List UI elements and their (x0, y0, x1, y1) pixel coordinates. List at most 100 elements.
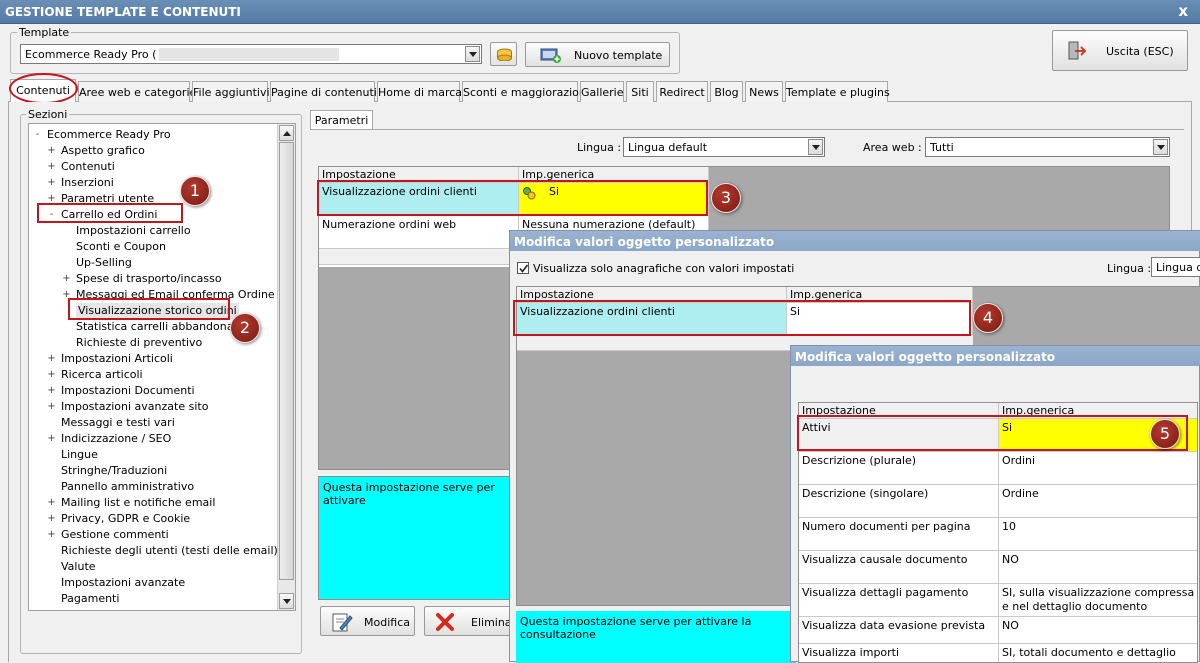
tree-item[interactable]: Pagamenti (29, 591, 277, 607)
chevron-down-icon[interactable] (808, 139, 823, 155)
tab-news[interactable]: News (745, 81, 783, 102)
redacted-area (159, 48, 339, 61)
dialog2-row-setting[interactable]: Visualizza dettagli pagamento (799, 584, 999, 617)
tree-item[interactable]: + Impostazioni Documenti (29, 383, 277, 399)
tree-item[interactable]: + Impostazioni Articoli (29, 351, 277, 367)
lingua-select[interactable]: Lingua default (623, 137, 825, 157)
tree-item[interactable]: Messaggi e testi vari (29, 415, 277, 431)
tree-item[interactable]: + Gestione commenti (29, 527, 277, 543)
dialog2-row-value[interactable]: Ordini (999, 452, 1197, 485)
scroll-up-icon[interactable] (279, 125, 294, 141)
tab-siti[interactable]: Siti (626, 81, 654, 102)
expand-icon[interactable]: + (47, 402, 56, 412)
edit-icon (332, 613, 353, 632)
dialog2-row-setting[interactable]: Descrizione (singolare) (799, 485, 999, 518)
exit-button[interactable]: Uscita (ESC) (1052, 30, 1188, 71)
dialog2-row-value[interactable]: 10 (999, 518, 1197, 551)
tree-item[interactable]: + Aspetto grafico (29, 143, 277, 159)
expand-icon[interactable]: + (47, 370, 56, 380)
tree-item[interactable]: Richieste degli utenti (testi delle emai… (29, 543, 278, 559)
tab-template-plugins[interactable]: Template e plugins (785, 81, 890, 102)
tree-item[interactable]: + Indicizzazione / SEO (29, 431, 277, 447)
tree-item-label: Stringhe/Traduzioni (61, 464, 168, 477)
tree-item[interactable]: Stringhe/Traduzioni (29, 463, 277, 479)
dialog2-row-setting[interactable]: Visualizza causale documento (799, 551, 999, 584)
tab-parametri[interactable]: Parametri (310, 110, 373, 130)
params-description: Questa impostazione serve per attivare (318, 476, 518, 600)
expand-icon[interactable]: + (47, 146, 56, 156)
chevron-down-icon[interactable] (465, 46, 480, 62)
dialog1-lingua-select[interactable]: Lingua de (1151, 257, 1200, 277)
dialog2-row-value[interactable]: NO (999, 617, 1197, 644)
tree-item-label: Impostazioni avanzate (61, 576, 186, 589)
tab-file-aggiuntivi[interactable]: File aggiuntivi (192, 81, 270, 102)
dialog2-row-value[interactable]: SI, sulla visualizzazione compressa e ne… (999, 584, 1197, 617)
tree-scrollbar[interactable] (277, 124, 295, 610)
dialog2-row-value[interactable]: SI, totali documento e dettaglio (999, 644, 1197, 662)
expand-icon[interactable]: + (47, 530, 56, 540)
scroll-thumb[interactable] (279, 142, 294, 580)
expand-icon[interactable]: + (47, 434, 56, 444)
template-select[interactable]: Ecommerce Ready Pro ( (20, 44, 482, 64)
tree-item[interactable]: Pannello amministrativo (29, 479, 277, 495)
tree-item[interactable]: Impostazioni carrello (29, 223, 277, 239)
expand-icon[interactable]: + (47, 178, 56, 188)
area-web-select[interactable]: Tutti (925, 137, 1170, 157)
expand-icon[interactable]: + (47, 162, 56, 172)
tree-item[interactable]: + Spese di trasporto/incasso (29, 271, 277, 287)
dialog-custom-values-2: Modifica valori oggetto personalizzato I… (790, 345, 1200, 663)
dialog2-row-setting[interactable]: Visualizza importi (799, 644, 999, 662)
tab-pagine-contenuti[interactable]: Pagine di contenuti (270, 81, 377, 102)
check-icon (519, 264, 529, 273)
dialog2-row-setting[interactable]: Visualizza data evasione prevista (799, 617, 999, 644)
filter-checkbox[interactable] (517, 262, 529, 274)
delete-button[interactable]: Elimina (424, 606, 514, 636)
tree-item-label: Lingue (61, 448, 98, 461)
tab-sconti[interactable]: Sconti e maggiorazioni (462, 81, 589, 102)
tree-item[interactable]: + Contenuti (29, 159, 277, 175)
tree-item[interactable]: Valute (29, 559, 277, 575)
tree-item[interactable]: + Privacy, GDPR e Cookie (29, 511, 277, 527)
tree-item[interactable]: Impostazioni avanzate (29, 575, 277, 591)
tree-item-label: Richieste degli utenti (testi delle emai… (61, 544, 278, 557)
scroll-down-icon[interactable] (279, 593, 294, 609)
tree-item[interactable]: Sconti e Coupon (29, 239, 277, 255)
tree-item-label: Richieste di preventivo (76, 336, 203, 349)
tree-item[interactable]: Lingue (29, 447, 277, 463)
dialog2-row-value[interactable]: Ordine (999, 485, 1197, 518)
open-folder-button[interactable] (490, 42, 517, 66)
tab-annotation-circle (9, 73, 78, 104)
expand-icon[interactable]: + (62, 274, 71, 284)
dialog2-row-setting[interactable]: Numero documenti per pagina (799, 518, 999, 551)
params-row2-setting[interactable]: Numerazione ordini web (319, 216, 519, 249)
sections-tree[interactable]: - Ecommerce Ready Pro + Aspetto grafico + Con… (28, 123, 296, 611)
step-badge-5: 5 (1150, 419, 1180, 449)
dialog2-row-setting[interactable]: Descrizione (plurale) (799, 452, 999, 485)
dialog1-title: Modifica valori oggetto personalizzato (510, 231, 1200, 251)
tree-item-label: Privacy, GDPR e Cookie (61, 512, 191, 525)
tree-item[interactable]: + Ricerca articoli (29, 367, 277, 383)
tab-redirect[interactable]: Redirect (656, 81, 708, 102)
tab-gallerie[interactable]: Gallerie (580, 81, 624, 102)
modify-button[interactable]: Modifica (320, 606, 415, 636)
expand-icon[interactable]: + (47, 354, 56, 364)
tree-item-label: Impostazioni Articoli (61, 352, 173, 365)
tab-aree-web[interactable]: Aree web e categorie (78, 81, 196, 102)
tree-item[interactable]: - Ecommerce Ready Pro (29, 127, 277, 143)
collapse-icon[interactable]: - (33, 130, 42, 140)
dialog2-row-value[interactable]: NO (999, 551, 1197, 584)
tab-home-marca[interactable]: Home di marca (377, 81, 462, 102)
tree-item-label: Ricerca articoli (61, 368, 143, 381)
area-web-label: Area web : (863, 141, 922, 154)
tab-blog[interactable]: Blog (710, 81, 743, 102)
new-template-button[interactable]: Nuovo template (525, 42, 670, 67)
chevron-down-icon[interactable] (1153, 139, 1168, 155)
tree-item[interactable]: + Impostazioni avanzate sito (29, 399, 277, 415)
expand-icon[interactable]: + (47, 386, 56, 396)
expand-icon[interactable]: + (47, 498, 56, 508)
close-icon[interactable]: x (1178, 2, 1188, 20)
tree-item[interactable]: Up-Selling (29, 255, 277, 271)
expand-icon[interactable]: + (47, 514, 56, 524)
tree-item[interactable]: + Mailing list e notifiche email (29, 495, 277, 511)
tree-item[interactable]: + Inserzioni (29, 175, 277, 191)
